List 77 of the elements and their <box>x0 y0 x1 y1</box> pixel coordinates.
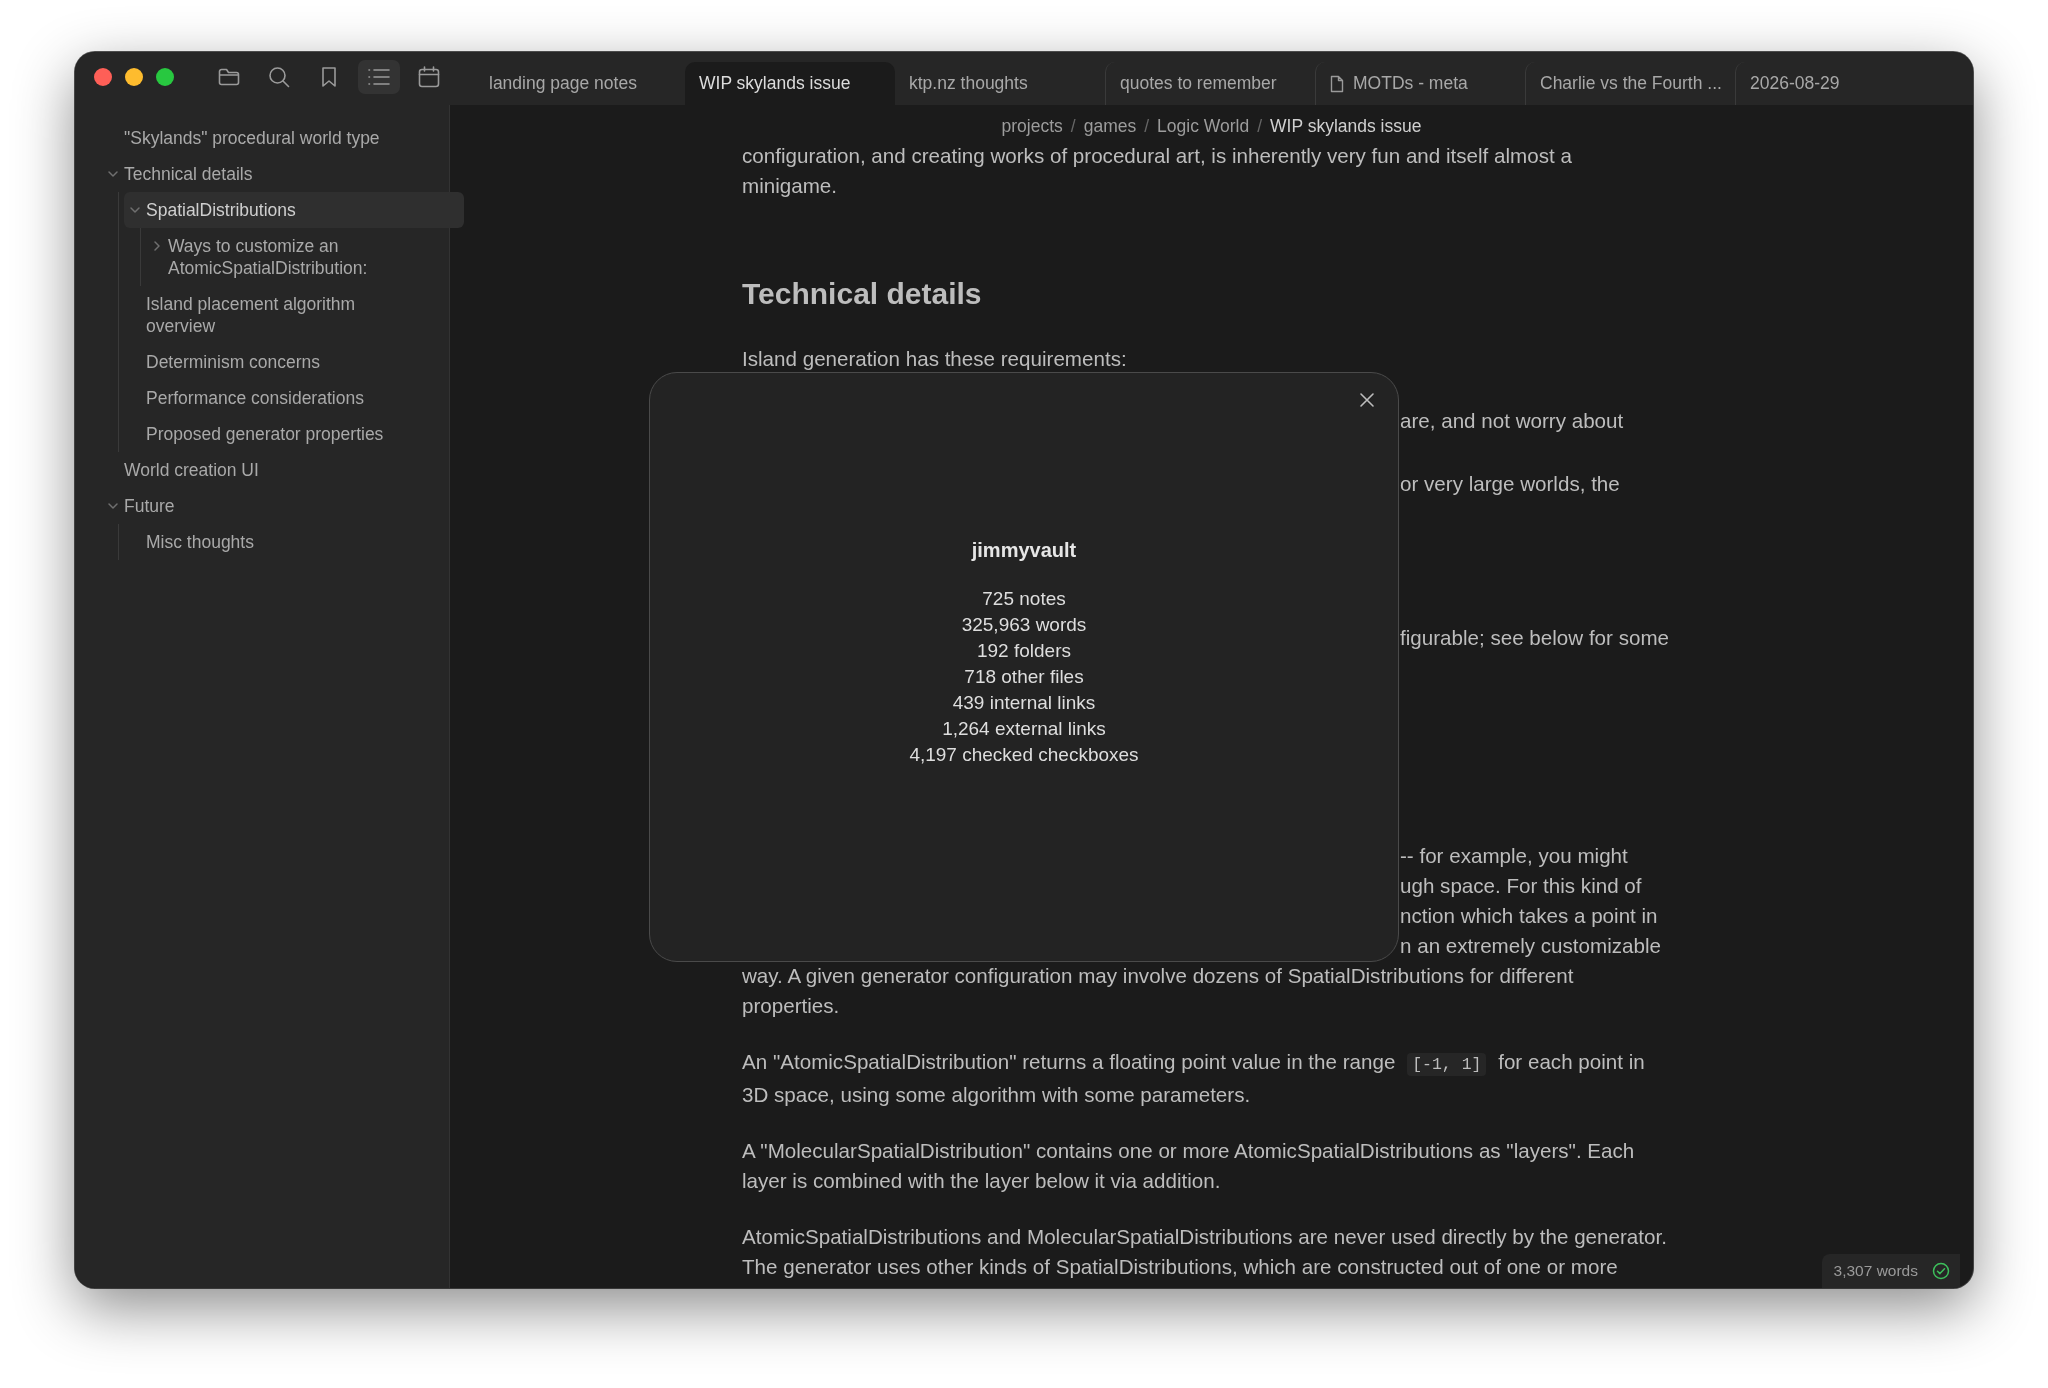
vault-stat: 325,963 words <box>961 613 1087 637</box>
text-fragment: -- for example, you might <box>1400 843 1629 869</box>
search-icon <box>268 66 290 88</box>
text-fragment: nction which takes a point in <box>1400 903 1659 929</box>
outline-item[interactable]: Proposed generator properties <box>124 416 464 452</box>
inline-code: [-1, 1] <box>1407 1053 1487 1076</box>
outline-item[interactable]: Performance considerations <box>124 380 464 416</box>
breadcrumb-link[interactable]: projects <box>1001 115 1063 137</box>
outline-item-label: Ways to customize an AtomicSpatialDistribution: <box>168 235 369 279</box>
close-window-button[interactable] <box>94 68 112 86</box>
text-fragment: figurable; see below for some <box>1400 625 1669 651</box>
vault-stat: 439 internal links <box>952 691 1096 715</box>
paragraph: An "AtomicSpatialDistribution" returns a floating point value in the range [-1, 1] for each point in 3D space, using some algorithm with some parameters. <box>742 1049 1646 1108</box>
breadcrumb-separator: / <box>1070 115 1076 137</box>
outline-item-label: Proposed generator properties <box>146 423 385 445</box>
breadcrumb-link[interactable]: Logic World <box>1157 115 1250 137</box>
outline-item[interactable]: "Skylands" procedural world type <box>102 120 442 156</box>
paragraph: configuration, and creating works of procedural art, is inherently very fun and itself almost a minigame. <box>742 143 1573 199</box>
vault-stat: 4,197 checked checkboxes <box>909 743 1139 767</box>
chevron-down-icon[interactable] <box>107 500 119 512</box>
section-heading: Technical details <box>742 276 983 312</box>
text-fragment: or very large worlds, the <box>1400 471 1621 497</box>
outline-item-label: World creation UI <box>124 459 260 481</box>
folder-icon <box>218 67 240 87</box>
outline-item-label: SpatialDistributions <box>146 199 297 221</box>
breadcrumb-separator: / <box>1257 115 1263 137</box>
word-count: 3,307 words <box>1833 1262 1918 1280</box>
outline-item[interactable]: Island placement algorithm overview <box>124 286 464 344</box>
vault-stat: 192 folders <box>977 639 1071 663</box>
breadcrumb-link[interactable]: games <box>1083 115 1137 137</box>
outline-item[interactable]: Misc thoughts <box>124 524 464 560</box>
tab[interactable]: ktp.nz thoughts <box>895 62 1105 105</box>
chevron-down-icon[interactable] <box>129 204 141 216</box>
vault-stat: 718 other files <box>964 665 1084 689</box>
paragraph: AtomicSpatialDistributions and MolecularSpatialDistributions are never used directly by the generator. The generator uses other kinds of SpatialDistributions, which are constructed out of one or more <box>742 1224 1668 1280</box>
tab[interactable]: 2026-08-29 <box>1735 62 1945 105</box>
text-fragment: are, and not worry about <box>1400 408 1625 434</box>
tab[interactable]: landing page notes <box>475 62 685 105</box>
outline-item-label: "Skylands" procedural world type <box>124 127 381 149</box>
outline-item[interactable]: Ways to customize an AtomicSpatialDistribution: <box>146 228 486 286</box>
outline-item-label: Island placement algorithm overview <box>146 293 357 337</box>
breadcrumb-separator: / <box>1144 115 1150 137</box>
minimize-window-button[interactable] <box>125 68 143 86</box>
calendar-icon <box>418 66 440 88</box>
outline-item[interactable]: Technical details <box>102 156 442 192</box>
file-icon <box>1330 74 1344 93</box>
outline-item-label: Performance considerations <box>146 387 365 409</box>
breadcrumb-link[interactable]: WIP skylands issue <box>1270 115 1422 137</box>
text-fragment: n an extremely customizable <box>1400 933 1662 959</box>
paragraph: way. A given generator configuration may involve dozens of SpatialDistributions for different properties. <box>742 963 1575 1019</box>
zoom-window-button[interactable] <box>156 68 174 86</box>
outline-item-label: Future <box>124 495 176 517</box>
tab[interactable]: WIP skylands issue <box>685 62 895 105</box>
tab-label: MOTDs - meta <box>1353 73 1468 94</box>
outline-item[interactable]: SpatialDistributions <box>124 192 464 228</box>
vault-stat: 725 notes <box>982 587 1066 611</box>
outline-item[interactable]: World creation UI <box>102 452 442 488</box>
tab[interactable]: Charlie vs the Fourth ... <box>1525 62 1735 105</box>
tab[interactable]: MOTDs - meta <box>1315 62 1525 105</box>
outline-item-label: Technical details <box>124 163 254 185</box>
text-fragment: ugh space. For this kind of <box>1400 873 1643 899</box>
vault-name: jimmyvault <box>971 539 1077 562</box>
bookmark-icon <box>321 66 337 88</box>
chevron-down-icon[interactable] <box>107 168 119 180</box>
outline-item[interactable]: Future <box>102 488 442 524</box>
close-icon <box>1359 392 1375 408</box>
paragraph: A "MolecularSpatialDistribution" contains one or more AtomicSpatialDistributions as "layers". Each layer is combined with the layer below it via addition. <box>742 1138 1636 1194</box>
paragraph: Island generation has these requirements: <box>742 346 1128 372</box>
tab[interactable]: quotes to remember <box>1105 62 1315 105</box>
chevron-right-icon[interactable] <box>151 240 163 252</box>
outline-item-label: Determinism concerns <box>146 351 322 373</box>
outline-item-label: Misc thoughts <box>146 531 255 553</box>
outline-item[interactable]: Determinism concerns <box>124 344 464 380</box>
list-icon <box>367 67 391 87</box>
sync-check-icon[interactable] <box>1932 1262 1950 1280</box>
vault-stat: 1,264 external links <box>942 717 1106 741</box>
list-button[interactable] <box>358 60 400 94</box>
